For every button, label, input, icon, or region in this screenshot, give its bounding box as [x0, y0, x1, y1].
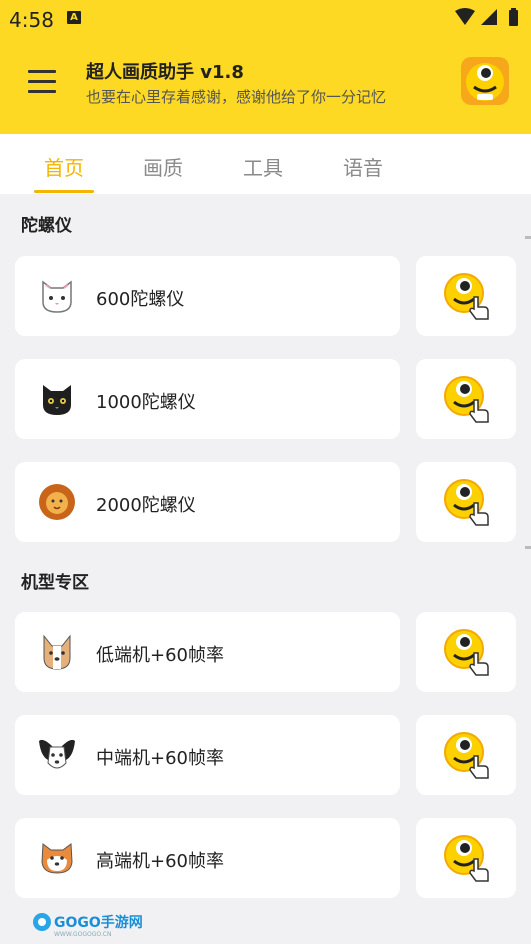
list-item-gyro-2000[interactable]: 2000陀螺仪: [15, 462, 400, 542]
mascot-tap-icon: [444, 376, 489, 423]
shiba-icon: [41, 843, 73, 874]
list-item-gyro-1000[interactable]: 1000陀螺仪: [15, 359, 400, 439]
scroll-edge-mark: [525, 236, 531, 239]
menu-icon[interactable]: [28, 70, 56, 94]
list-item-low-end[interactable]: 低端机+60帧率: [15, 612, 400, 692]
watermark-url: WWW.GOGOGO.CN: [54, 931, 111, 938]
item-label: 600陀螺仪: [96, 289, 185, 310]
item-label: 中端机+60帧率: [96, 748, 224, 769]
battery-icon: [509, 8, 518, 26]
watermark-logo: GOGO手游网 WWW.GOGOGO.CN: [32, 910, 143, 942]
a-icon: A: [67, 11, 81, 24]
item-label: 低端机+60帧率: [96, 645, 224, 666]
lion-icon: [39, 484, 75, 520]
status-icons: [453, 8, 523, 32]
activate-button-gyro-1000[interactable]: [416, 359, 516, 439]
watermark-text: GOGO手游网: [54, 914, 142, 931]
item-label: 1000陀螺仪: [96, 392, 196, 413]
tab-home[interactable]: 首页: [29, 152, 99, 181]
tab-tools[interactable]: 工具: [228, 152, 298, 181]
papillon-dog-icon: [39, 739, 75, 769]
app-header: 4:58 A 超人画质助手 v1.8 也要在心里存着感谢，感谢他给了你一分记忆: [0, 0, 531, 134]
corgi-icon: [43, 634, 71, 670]
activate-button-mid-end[interactable]: [416, 715, 516, 795]
item-label: 高端机+60帧率: [96, 851, 224, 872]
status-time: 4:58: [9, 8, 54, 32]
activate-button-gyro-2000[interactable]: [416, 462, 516, 542]
app-logo-icon[interactable]: [460, 56, 510, 106]
mascot-tap-icon: [444, 629, 489, 676]
section-title-device-models: 机型专区: [21, 573, 89, 593]
wifi-icon: [455, 8, 475, 25]
list-item-gyro-600[interactable]: 600陀螺仪: [15, 256, 400, 336]
signal-icon: [481, 9, 497, 25]
app-subtitle: 也要在心里存着感谢，感谢他给了你一分记忆: [86, 88, 387, 106]
mascot-tap-icon: [444, 479, 489, 526]
active-tab-indicator: [34, 190, 94, 193]
scroll-edge-mark: [525, 546, 531, 549]
tab-quality[interactable]: 画质: [128, 152, 198, 181]
list-item-mid-end[interactable]: 中端机+60帧率: [15, 715, 400, 795]
activate-button-high-end[interactable]: [416, 818, 516, 898]
mascot-tap-icon: [444, 273, 489, 320]
black-cat-icon: [43, 385, 71, 415]
tab-voice[interactable]: 语音: [328, 152, 398, 181]
status-bar: 4:58 A: [0, 0, 531, 36]
item-label: 2000陀螺仪: [96, 495, 196, 516]
mascot-tap-icon: [444, 835, 489, 882]
white-cat-icon: [42, 280, 72, 313]
activate-button-low-end[interactable]: [416, 612, 516, 692]
activate-button-gyro-600[interactable]: [416, 256, 516, 336]
mascot-tap-icon: [444, 732, 489, 779]
list-item-high-end[interactable]: 高端机+60帧率: [15, 818, 400, 898]
tab-bar: 首页 画质 工具 语音: [0, 134, 531, 194]
app-title: 超人画质助手 v1.8: [86, 62, 244, 83]
section-title-gyroscope: 陀螺仪: [21, 216, 72, 236]
